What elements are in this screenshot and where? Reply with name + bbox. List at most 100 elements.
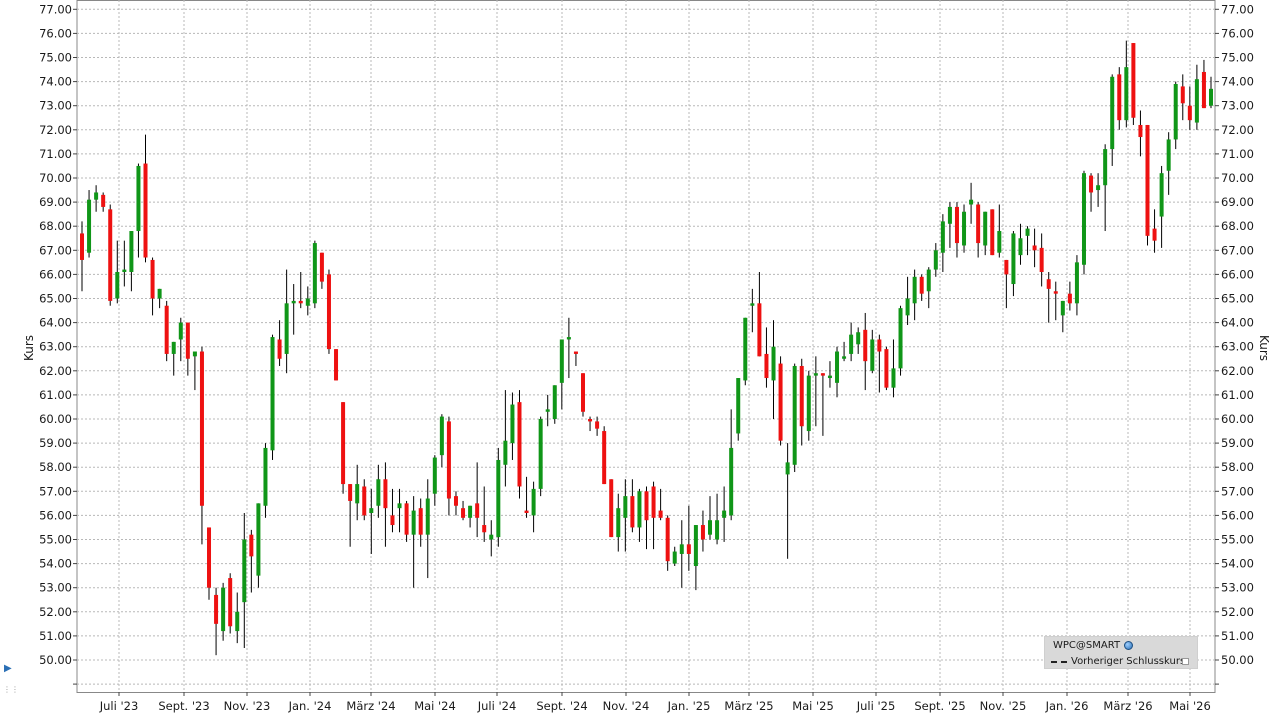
candle [334, 349, 339, 381]
candle [517, 390, 522, 499]
candle [602, 426, 607, 485]
x-tick-label: Mai '26 [1169, 699, 1211, 713]
y-tick-label-right: 62.00 [1221, 364, 1254, 378]
candle-body-up [771, 346, 776, 381]
candle-body-down [1089, 175, 1094, 193]
candle-body-down [1067, 293, 1072, 304]
candle-body-down [976, 204, 981, 244]
candle-body-up [1018, 238, 1023, 256]
candle [1131, 43, 1136, 125]
candle-body-up [969, 199, 974, 205]
candle-body-up [136, 165, 141, 232]
candle-body-up [1011, 233, 1016, 285]
candle-body-up [750, 303, 755, 306]
y-tick-label-left: 51.00 [39, 629, 72, 643]
y-tick-label-left: 71.00 [39, 147, 72, 161]
candle-body-down [588, 419, 593, 422]
y-tick-label-left: 67.00 [39, 243, 72, 257]
candle-body-down [362, 486, 367, 516]
candle-body-down [602, 431, 607, 485]
candlestick-chart: 50.00 51.00 52.00 53.00 54.00 55.00 56.00 57.00… [22, 0, 1271, 713]
candle [256, 503, 261, 588]
y-tick-label-left: 65.00 [39, 292, 72, 306]
candle-body-up [715, 520, 720, 540]
candle-body-up [242, 539, 247, 603]
candle-body-up [305, 298, 310, 306]
candle-body-down [686, 544, 691, 554]
candle [898, 305, 903, 376]
candle-body-up [616, 508, 621, 538]
y-tick-label-left: 75.00 [39, 51, 72, 65]
y-tick-label-left: 68.00 [39, 219, 72, 233]
candle-body-down [1187, 105, 1192, 121]
y-tick-label-right: 67.00 [1221, 243, 1254, 257]
x-tick-label: Nov. '24 [603, 699, 650, 713]
candle-body-down [877, 339, 882, 352]
legend-toggle-checkbox[interactable] [1182, 658, 1189, 665]
y-tick-label-left: 58.00 [39, 460, 72, 474]
y-tick-label-left: 61.00 [39, 388, 72, 402]
candle-body-down [820, 373, 825, 376]
candle-body-up [926, 269, 931, 292]
candle-body-up [672, 551, 677, 564]
candle [164, 300, 169, 362]
y-axis-title-right: Kurs [1257, 335, 1271, 361]
candle-body-up [679, 544, 684, 554]
candle-body-down [1004, 259, 1009, 275]
y-tick-label-left: 77.00 [39, 2, 72, 16]
candle [1145, 124, 1150, 246]
y-tick-label-left: 74.00 [39, 75, 72, 89]
y-tick-label-left: 57.00 [39, 484, 72, 498]
y-tick-label-left: 52.00 [39, 605, 72, 619]
candle-body-up [835, 351, 840, 383]
candle-body-up [369, 508, 374, 513]
candle-body-down [517, 402, 522, 487]
candle-body-up [432, 457, 437, 494]
y-tick-label-left: 60.00 [39, 412, 72, 426]
candle-body-up [1159, 173, 1164, 217]
candle-body-down [778, 363, 783, 441]
x-tick-label: März '25 [724, 699, 773, 713]
y-tick-label-right: 68.00 [1221, 219, 1254, 233]
candle-body-up [552, 385, 557, 419]
candle-body-up [355, 484, 360, 504]
candle-body-down [644, 491, 649, 521]
y-tick-label-right: 63.00 [1221, 340, 1254, 354]
y-tick-label-left: 70.00 [39, 171, 72, 185]
candle-body-up [849, 334, 854, 354]
x-tick-label: Nov. '25 [980, 699, 1027, 713]
candle-body-up [708, 520, 713, 535]
candle-body-up [256, 503, 261, 576]
y-tick-label-right: 61.00 [1221, 388, 1254, 402]
candle-body-up [270, 337, 275, 451]
candle-body-up [178, 322, 183, 340]
y-tick-label-left: 54.00 [39, 557, 72, 571]
candle [743, 317, 748, 386]
y-axis-right: 50.00 51.00 52.00 53.00 54.00 55.00 56.00 57.00… [1215, 2, 1254, 685]
candle-body-up [510, 404, 515, 444]
candle-body-down [404, 503, 409, 535]
candle-body-up [1060, 300, 1065, 316]
candle [552, 385, 557, 424]
candle-body-up [1166, 139, 1171, 171]
y-tick-label-right: 64.00 [1221, 316, 1254, 330]
candle-body-up [1074, 262, 1079, 304]
candle-body-down [418, 508, 423, 535]
candle-body-down [80, 233, 84, 260]
candle-body-up [806, 375, 811, 432]
globe-icon[interactable] [1124, 641, 1134, 650]
candle-body-up [157, 288, 162, 299]
resize-grip-icon[interactable]: ⋮⋮ [3, 686, 19, 694]
x-tick-label: Jan. '25 [667, 699, 711, 713]
candle [778, 356, 783, 446]
legend[interactable]: WPC@SMART Vorheriger Schlusskurs [1044, 636, 1198, 669]
candle-body-down [863, 329, 868, 362]
candle-body-up [785, 462, 790, 475]
y-tick-label-right: 59.00 [1221, 436, 1254, 450]
candle-body-down [446, 421, 451, 499]
dashed-line-icon [1051, 660, 1067, 663]
y-tick-label-right: 50.00 [1221, 653, 1254, 667]
expand-icon[interactable]: ▶ [4, 664, 14, 674]
y-tick-label-left: 72.00 [39, 123, 72, 137]
legend-series-label: Vorheriger Schlusskurs [1071, 656, 1186, 667]
